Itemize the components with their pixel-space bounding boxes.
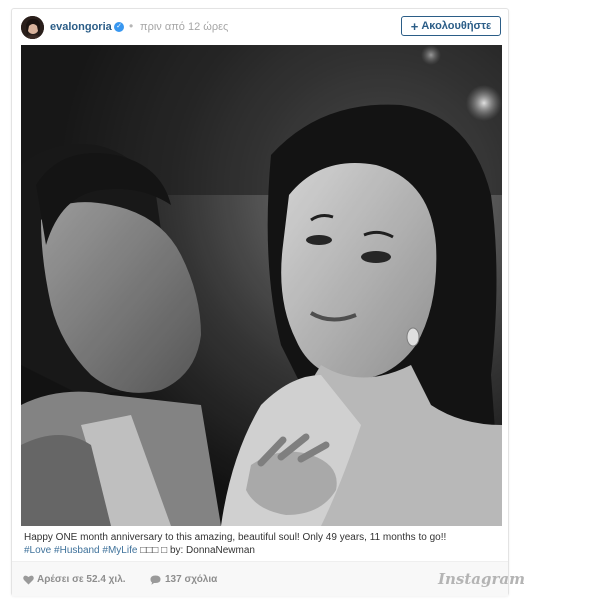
caption-emoji: □□□ □	[140, 545, 168, 556]
photo-credit: by: DonnaNewman	[169, 545, 255, 556]
separator-dot: •	[129, 19, 134, 33]
avatar-portrait-icon	[21, 16, 44, 39]
couple-photo-image	[21, 45, 502, 526]
comments-count[interactable]: 137 σχόλια	[165, 574, 217, 585]
hashtag-love[interactable]: #Love	[24, 545, 51, 556]
verified-badge-icon: ✓	[114, 22, 124, 32]
username-link[interactable]: evalongoria	[50, 21, 112, 33]
hashtag-husband[interactable]: #Husband	[54, 545, 100, 556]
instagram-logo[interactable]: Instagram	[438, 570, 525, 588]
follow-button[interactable]: + Ακολουθήστε	[401, 16, 501, 36]
follow-button-label: Ακολουθήστε	[421, 20, 492, 32]
post-photo[interactable]	[21, 45, 502, 526]
post-footer: Αρέσει σε 52.4 χιλ. 137 σχόλια Instagram	[12, 561, 525, 596]
heart-icon[interactable]	[23, 575, 34, 585]
likes-count[interactable]: Αρέσει σε 52.4 χιλ.	[37, 574, 126, 585]
post-header: evalongoria ✓ • πριν από 12 ώρες + Ακολο…	[12, 9, 508, 45]
comment-bubble-icon[interactable]	[150, 575, 161, 585]
instagram-embed-card: evalongoria ✓ • πριν από 12 ώρες + Ακολο…	[11, 8, 525, 596]
caption-text: Happy ONE month anniversary to this amaz…	[24, 532, 447, 543]
plus-icon: +	[410, 18, 419, 34]
avatar[interactable]	[21, 16, 44, 39]
post-timestamp[interactable]: πριν από 12 ώρες	[140, 21, 228, 33]
post-caption: Happy ONE month anniversary to this amaz…	[24, 531, 494, 557]
hashtag-mylife[interactable]: #MyLife	[102, 545, 137, 556]
